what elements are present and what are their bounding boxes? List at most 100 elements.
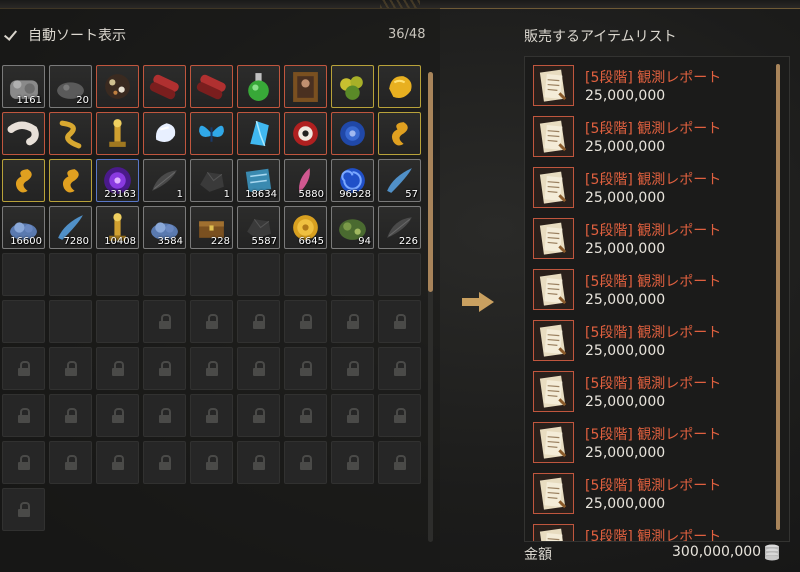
lock-icon — [112, 408, 124, 423]
sell-list-item[interactable]: [5段階] 観測レポート25,000,000 — [533, 266, 773, 314]
item-price: 25,000,000 — [585, 343, 666, 359]
inventory-slot[interactable]: 7280 — [49, 206, 92, 249]
checkmark-icon[interactable] — [4, 27, 20, 43]
sell-list-item[interactable]: [5段階] 観測レポート25,000,000 — [533, 113, 773, 161]
inventory-slot[interactable] — [237, 112, 280, 155]
item-quantity: 5880 — [298, 189, 324, 200]
sell-list-item[interactable]: [5段階] 観測レポート25,000,000 — [533, 215, 773, 263]
inventory-slot[interactable]: 228 — [190, 206, 233, 249]
inventory-slot[interactable] — [2, 112, 45, 155]
lock-icon — [253, 314, 265, 329]
inventory-slot[interactable] — [96, 65, 139, 108]
sell-list-item[interactable]: [5段階] 観測レポート 25,000,000 — [533, 470, 773, 518]
item-quantity: 57 — [405, 189, 418, 200]
inventory-slot[interactable]: 10408 — [96, 206, 139, 249]
auto-sort-toggle[interactable]: 自動ソート表示 — [4, 24, 126, 46]
inventory-slot[interactable] — [143, 112, 186, 155]
inventory-slot[interactable]: 1 — [143, 159, 186, 202]
sell-list-scrollbar[interactable] — [776, 64, 780, 530]
empty-slot[interactable] — [96, 253, 139, 296]
item-quantity: 16600 — [10, 236, 42, 247]
item-name: [5段階] 観測レポート — [585, 478, 722, 494]
sell-list-item[interactable]: [5段階] 観測レポート25,000,000 — [533, 317, 773, 365]
inventory-slot[interactable] — [284, 112, 327, 155]
lock-icon — [394, 408, 406, 423]
auto-sort-label: 自動ソート表示 — [28, 28, 126, 44]
lock-icon — [253, 455, 265, 470]
sell-list-item[interactable]: [5段階] 観測レポート25,000,000 — [533, 521, 773, 541]
inventory-scrollbar[interactable] — [428, 72, 433, 542]
locked-slot — [237, 300, 280, 343]
lock-icon — [300, 408, 312, 423]
inventory-slot[interactable] — [237, 65, 280, 108]
sell-list-title: 販売するアイテムリスト — [524, 29, 677, 45]
report-scroll-icon — [533, 65, 574, 106]
inventory-slot[interactable] — [378, 65, 421, 108]
sell-list-item[interactable]: [5段階] 観測レポート25,000,000 — [533, 62, 773, 110]
inventory-slot[interactable]: 20 — [49, 65, 92, 108]
inventory-slot[interactable]: 5587 — [237, 206, 280, 249]
locked-slot — [237, 394, 280, 437]
inventory-slot[interactable]: 1 — [190, 159, 233, 202]
item-quantity: 228 — [210, 236, 230, 247]
sell-list-item[interactable]: [5段階] 観測レポート25,000,000 — [533, 164, 773, 212]
item-price: 25,000,000 — [585, 496, 666, 512]
inventory-slot[interactable]: 94 — [331, 206, 374, 249]
lock-icon — [394, 361, 406, 376]
inventory-slot[interactable] — [378, 112, 421, 155]
lock-icon — [300, 361, 312, 376]
locked-slot — [284, 394, 327, 437]
empty-slot[interactable] — [49, 253, 92, 296]
golden-herb-icon — [340, 76, 363, 100]
lock-icon — [159, 361, 171, 376]
inventory-slot[interactable] — [331, 112, 374, 155]
red-scroll-icon — [196, 74, 226, 100]
inventory-slot[interactable]: 16600 — [2, 206, 45, 249]
empty-slot[interactable] — [143, 253, 186, 296]
empty-slot[interactable] — [2, 253, 45, 296]
scrollbar-thumb[interactable] — [776, 64, 780, 530]
lock-icon — [347, 408, 359, 423]
lock-icon — [206, 314, 218, 329]
empty-slot[interactable] — [49, 300, 92, 343]
lock-icon — [159, 314, 171, 329]
empty-slot[interactable] — [331, 253, 374, 296]
lock-icon — [18, 455, 30, 470]
locked-slot — [190, 441, 233, 484]
item-quantity: 20 — [76, 95, 89, 106]
empty-slot[interactable] — [2, 300, 45, 343]
empty-slot[interactable] — [190, 253, 233, 296]
inventory-slot[interactable]: 57 — [378, 159, 421, 202]
inventory-slot[interactable] — [190, 112, 233, 155]
inventory-slot[interactable] — [190, 65, 233, 108]
inventory-slot[interactable]: 1161 — [2, 65, 45, 108]
scrollbar-thumb[interactable] — [428, 72, 433, 292]
inventory-slot[interactable]: 226 — [378, 206, 421, 249]
empty-slot[interactable] — [237, 253, 280, 296]
lock-icon — [65, 455, 77, 470]
inventory-slot[interactable] — [96, 112, 139, 155]
inventory-slot[interactable] — [49, 112, 92, 155]
locked-slot — [143, 394, 186, 437]
inventory-slot[interactable] — [49, 159, 92, 202]
inventory-slot[interactable]: 18634 — [237, 159, 280, 202]
inventory-slot[interactable]: 96528 — [331, 159, 374, 202]
inventory-slot[interactable] — [284, 65, 327, 108]
sell-list-item[interactable]: [5段階] 観測レポート25,000,000 — [533, 368, 773, 416]
inventory-slot[interactable] — [331, 65, 374, 108]
inventory-slot[interactable] — [143, 65, 186, 108]
inventory-slot[interactable] — [2, 159, 45, 202]
locked-slot — [378, 347, 421, 390]
inventory-slot[interactable]: 3584 — [143, 206, 186, 249]
inventory-slot[interactable]: 5880 — [284, 159, 327, 202]
locked-slot — [237, 347, 280, 390]
empty-slot[interactable] — [284, 253, 327, 296]
inventory-slot[interactable]: 6645 — [284, 206, 327, 249]
lock-icon — [65, 408, 77, 423]
sell-list-item[interactable]: [5段階] 観測レポート25,000,000 — [533, 419, 773, 467]
green-potion-icon — [248, 73, 269, 101]
empty-slot[interactable] — [378, 253, 421, 296]
empty-slot[interactable] — [96, 300, 139, 343]
inventory-slot[interactable]: 23163 — [96, 159, 139, 202]
report-scroll-icon — [533, 218, 574, 259]
